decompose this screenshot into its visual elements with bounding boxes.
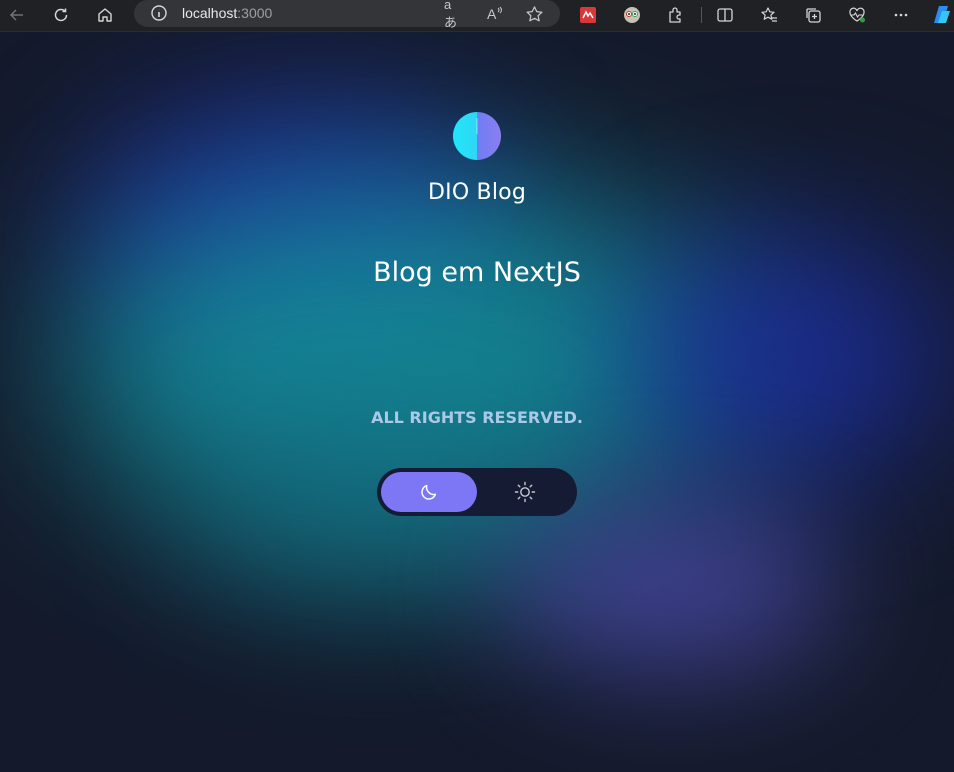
favorites-button[interactable] — [755, 2, 783, 28]
url-text[interactable]: localhost:3000 — [182, 5, 272, 21]
owl-extension-icon — [624, 7, 640, 23]
refresh-icon — [54, 8, 68, 22]
translate-icon[interactable]: aあ — [444, 0, 464, 30]
collections-button[interactable] — [799, 2, 827, 28]
extension-owl-button[interactable] — [618, 2, 646, 28]
more-dots-icon — [894, 13, 908, 17]
sun-icon — [514, 481, 536, 503]
page-headline: Blog em NextJS — [373, 257, 581, 288]
url-port: :3000 — [237, 5, 273, 21]
settings-more-button[interactable] — [887, 2, 915, 28]
address-bar[interactable]: localhost:3000 aあ A — [134, 0, 560, 30]
browser-essentials-button[interactable] — [843, 2, 871, 28]
copilot-button[interactable] — [928, 2, 954, 28]
light-mode-button[interactable] — [477, 472, 573, 512]
moon-icon — [421, 484, 437, 500]
svg-text:A: A — [487, 6, 497, 22]
puzzle-piece-icon — [669, 7, 681, 23]
back-arrow-icon — [9, 9, 23, 21]
collections-icon — [806, 8, 821, 23]
split-screen-button[interactable] — [711, 2, 739, 28]
theme-toggle[interactable] — [377, 468, 577, 516]
toolbar-separator — [701, 7, 702, 23]
heart-pulse-icon — [849, 7, 865, 23]
background-glow — [500, 502, 840, 672]
site-logo[interactable] — [453, 112, 501, 160]
site-info-icon[interactable] — [150, 4, 168, 22]
extension-red-icon — [580, 7, 596, 23]
split-screen-icon — [717, 8, 733, 22]
copilot-icon — [934, 6, 950, 23]
dark-mode-button[interactable] — [381, 472, 477, 512]
url-host: localhost — [182, 5, 238, 21]
refresh-button[interactable] — [47, 2, 75, 28]
favorites-list-icon — [761, 7, 777, 22]
back-button[interactable] — [3, 2, 31, 28]
footer-rights-text: ALL RIGHTS RESERVED. — [371, 408, 583, 427]
site-name[interactable]: DIO Blog — [0, 180, 954, 205]
page-content: DIO Blog Blog em NextJS ALL RIGHTS RESER… — [0, 32, 954, 772]
read-aloud-icon[interactable]: A — [484, 4, 504, 24]
home-icon — [98, 8, 112, 22]
home-button[interactable] — [91, 2, 119, 28]
extension-red-button[interactable] — [574, 2, 602, 28]
favorite-star-icon[interactable] — [524, 4, 544, 24]
extensions-button[interactable] — [662, 2, 690, 28]
browser-toolbar: localhost:3000 aあ A — [0, 0, 954, 32]
